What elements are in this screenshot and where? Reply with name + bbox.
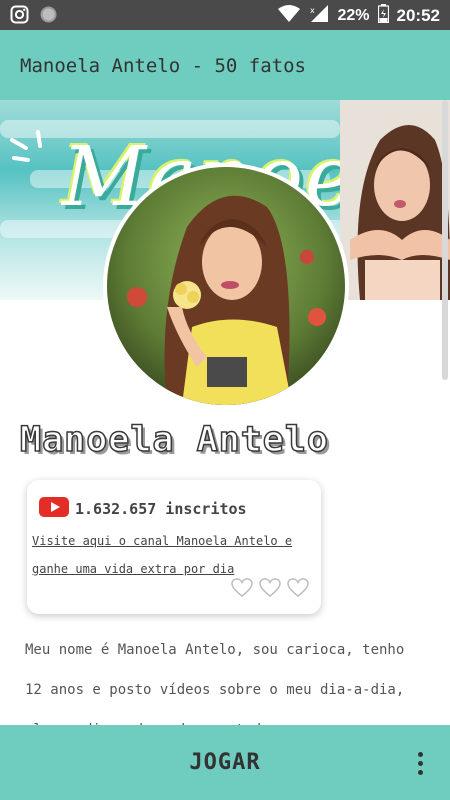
heart-icon [287,578,309,598]
instagram-icon [10,5,29,28]
bottom-bar: JOGAR [0,725,450,800]
youtube-card: 1.632.657 inscritos Visite aqui o canal … [27,480,321,614]
svg-text:x: x [310,6,315,15]
status-bar: x 22% 20:52 [0,0,450,30]
lives-hearts [231,578,309,598]
heart-icon [231,578,253,598]
battery-percent: 22% [337,6,370,24]
profile-name: Manoela Antelo [19,419,330,461]
heart-icon [259,578,281,598]
record-icon [39,5,58,28]
overflow-menu-icon[interactable] [405,747,435,779]
app-title: Manoela Antelo - 50 fatos [20,55,306,77]
scrollbar[interactable] [442,100,448,380]
play-button[interactable]: JOGAR [150,739,300,785]
youtube-icon [39,497,69,521]
app-bar: Manoela Antelo - 50 fatos [0,30,450,100]
clock: 20:52 [396,5,440,25]
channel-link[interactable]: Visite aqui o canal Manoela Antelo e gan… [32,527,317,583]
battery-icon [377,4,389,27]
signal-icon: x [309,4,329,27]
profile-avatar [103,163,349,409]
wifi-icon [277,4,301,27]
banner-photo [340,100,450,300]
subscriber-count: 1.632.657 inscritos [75,500,247,518]
